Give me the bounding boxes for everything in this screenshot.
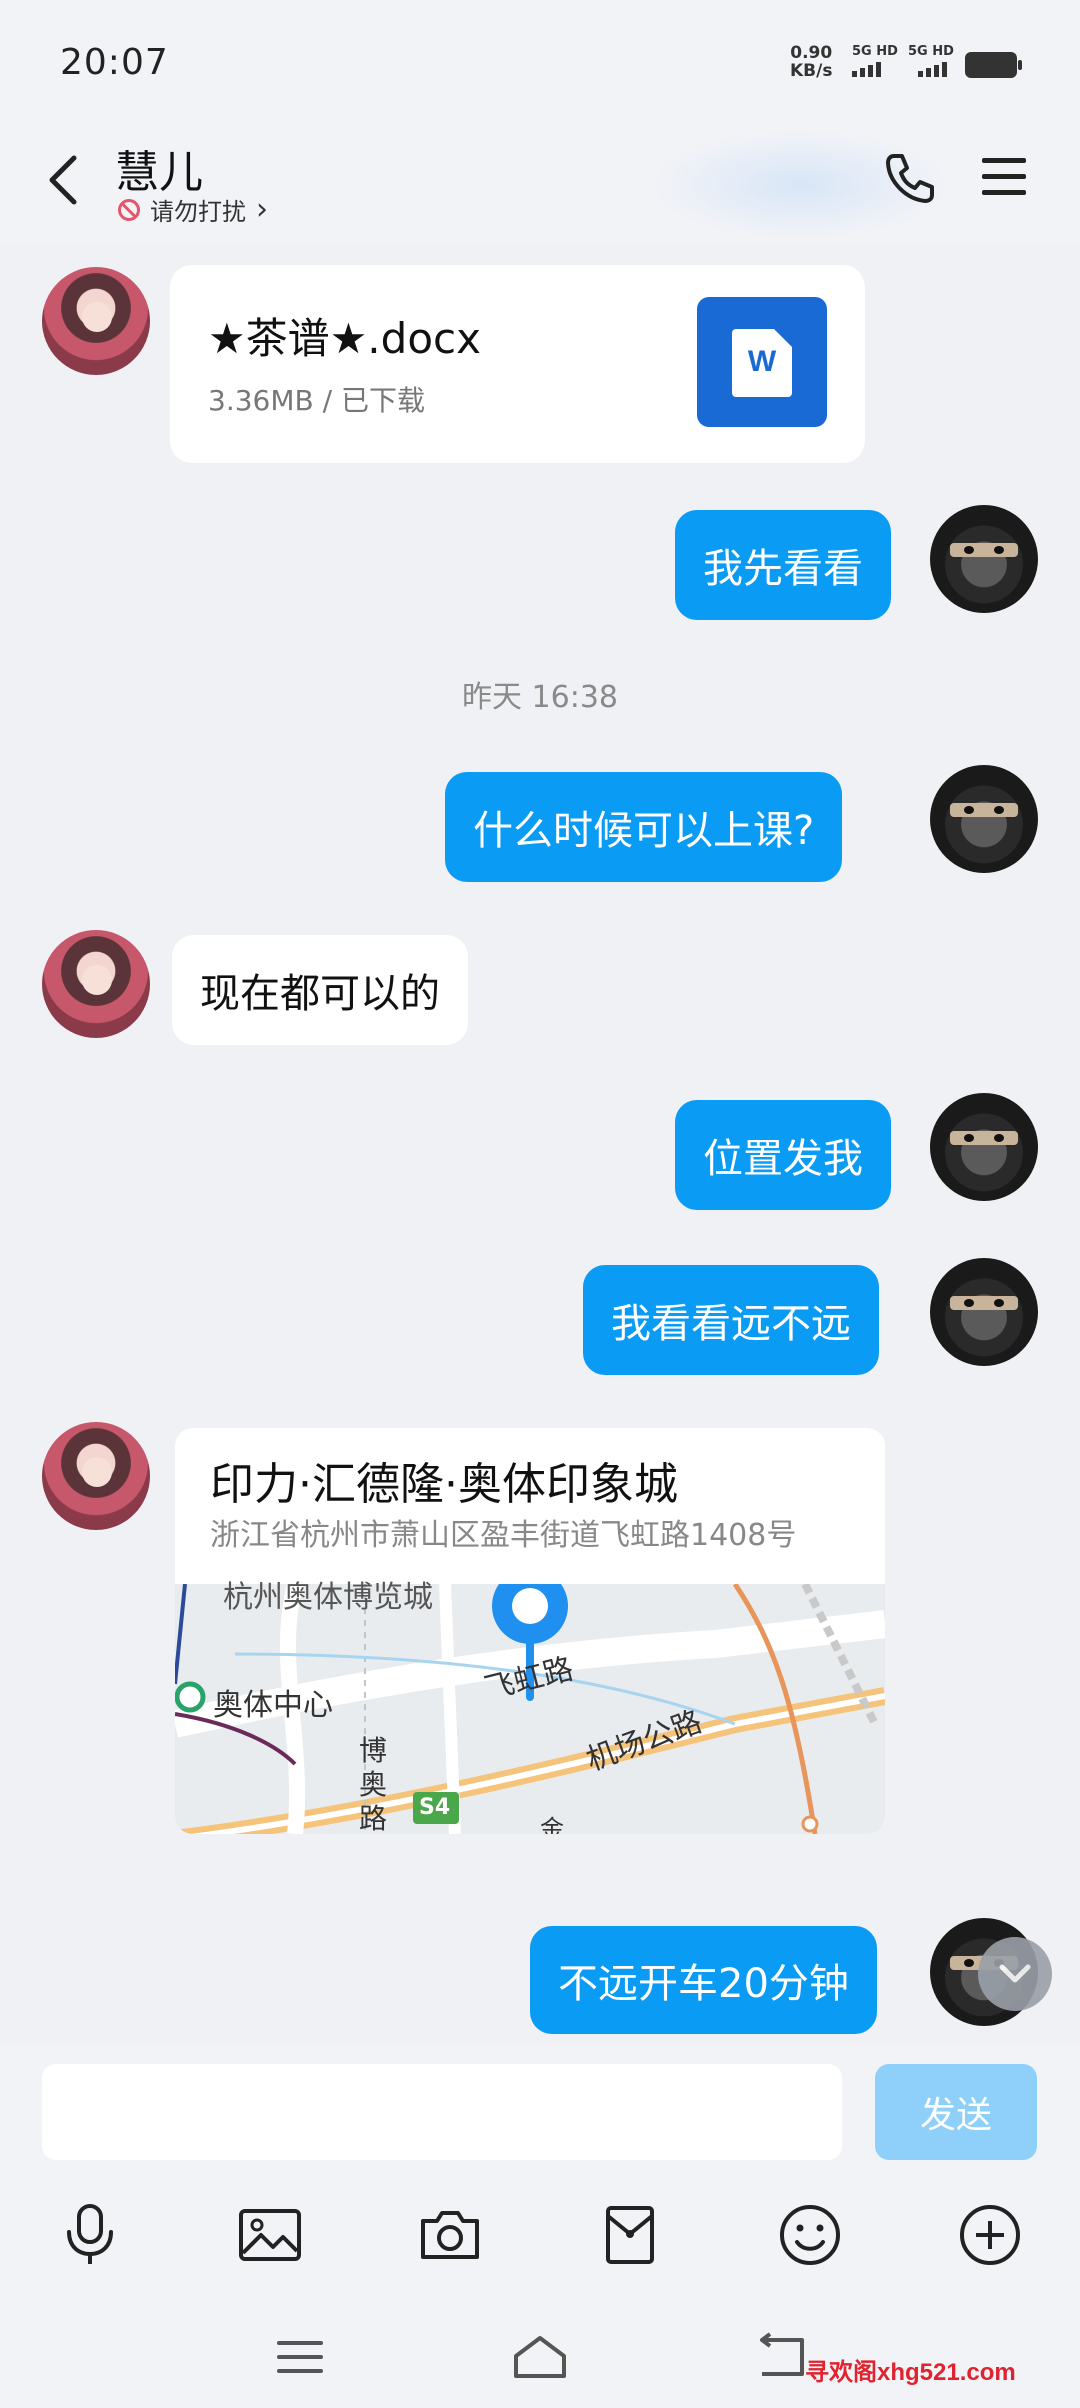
chat-toolbar	[0, 2190, 1080, 2310]
dnd-label: 请勿打扰	[150, 198, 246, 226]
battery-icon	[965, 52, 1022, 78]
message-bubble-out[interactable]: 我先看看	[675, 510, 891, 620]
red-packet-icon[interactable]	[585, 2190, 675, 2280]
plus-icon[interactable]	[945, 2190, 1035, 2280]
input-bar: 发送	[0, 2044, 1080, 2194]
my-avatar[interactable]	[930, 1093, 1038, 1201]
emoji-icon[interactable]	[765, 2190, 855, 2280]
my-avatar[interactable]	[930, 1258, 1038, 1366]
message-bubble-out[interactable]: 不远开车20分钟	[530, 1926, 877, 2034]
sim1-label: 5G HD	[852, 44, 898, 59]
message-input[interactable]	[42, 2064, 842, 2160]
phone-icon[interactable]	[880, 148, 940, 208]
back-arrow-icon[interactable]	[40, 150, 90, 210]
chevron-right-icon: ›	[256, 192, 268, 227]
message-bubble-out[interactable]: 位置发我	[675, 1100, 891, 1210]
map-label: 金	[540, 1815, 564, 1834]
location-address: 浙江省杭州市萧山区盈丰街道飞虹路1408号	[210, 1518, 797, 1553]
camera-icon[interactable]	[405, 2190, 495, 2280]
timestamp: 昨天 16:38	[462, 680, 618, 715]
image-icon[interactable]	[225, 2190, 315, 2280]
message-bubble-out[interactable]: 什么时候可以上课?	[445, 772, 843, 882]
contact-avatar[interactable]	[42, 930, 150, 1038]
message-bubble-in[interactable]: 现在都可以的	[172, 935, 468, 1045]
location-message[interactable]: 印力·汇德隆·奥体印象城 浙江省杭州市萧山区盈丰街道飞虹路1408号 杭州奥体博…	[175, 1428, 885, 1834]
watermark: 寻欢阁xhg521.com	[805, 2359, 1016, 2386]
menu-icon[interactable]	[978, 152, 1030, 202]
recent-apps-icon[interactable]	[265, 2322, 335, 2392]
home-icon[interactable]	[505, 2322, 575, 2392]
system-nav-bar: 寻欢阁xhg521.com	[0, 2300, 1080, 2408]
file-meta: 3.36MB / 已下载	[208, 384, 425, 417]
contact-avatar[interactable]	[42, 267, 150, 375]
message-bubble-out[interactable]: 我看看远不远	[583, 1265, 879, 1375]
do-not-disturb-icon	[118, 198, 140, 221]
location-title: 印力·汇德隆·奥体印象城	[210, 1459, 678, 1510]
file-name: ★茶谱★.docx	[208, 314, 481, 363]
microphone-icon[interactable]	[45, 2190, 135, 2280]
file-message[interactable]: ★茶谱★.docx 3.36MB / 已下载 W	[170, 265, 865, 463]
map-preview[interactable]: 杭州奥体博览城 奥体中心 飞虹路 机场公路 博奥路 S4 金	[175, 1580, 885, 1834]
contact-name[interactable]: 慧儿	[115, 136, 203, 200]
map-label: 奥体中心	[213, 1688, 333, 1723]
signal-icon	[918, 62, 947, 77]
status-bar: 20:07 0.90 KB/s 5G HD 5G HD	[0, 0, 1080, 120]
my-avatar[interactable]	[930, 765, 1038, 873]
map-label: 杭州奥体博览城	[223, 1580, 433, 1615]
word-document-icon: W	[697, 297, 827, 427]
status-time: 20:07	[60, 42, 169, 83]
contact-avatar[interactable]	[42, 1422, 150, 1530]
send-button[interactable]: 发送	[875, 2064, 1037, 2160]
scroll-to-bottom-button[interactable]	[978, 1937, 1052, 2011]
dnd-status[interactable]: 请勿打扰 ›	[118, 192, 268, 227]
chevron-down-icon	[999, 1964, 1031, 1983]
signal-icon	[852, 62, 881, 77]
network-speed: 0.90 KB/s	[790, 43, 833, 81]
chat-header: 慧儿 请勿打扰 ›	[0, 120, 1080, 245]
map-label: 博奥路	[359, 1734, 388, 1834]
sim2-label: 5G HD	[908, 44, 954, 59]
my-avatar[interactable]	[930, 505, 1038, 613]
highway-badge: S4	[419, 1795, 451, 1820]
